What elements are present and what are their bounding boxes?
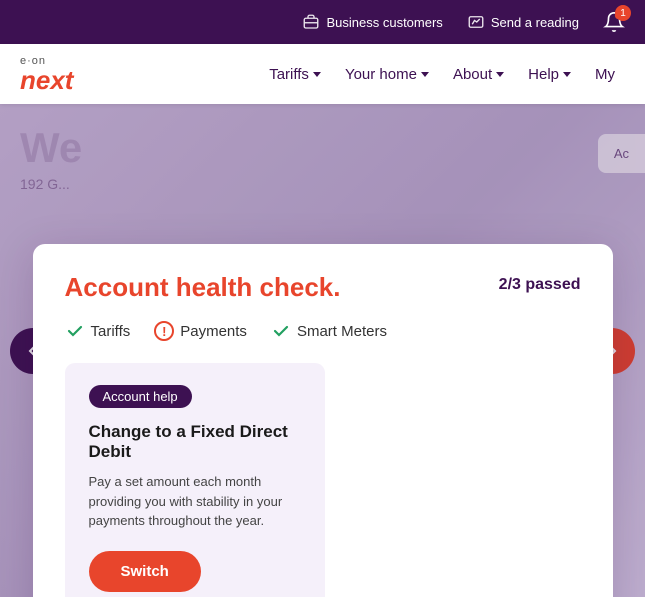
check-item-tariffs: Tariffs (65, 321, 131, 341)
nav-item-tariffs[interactable]: Tariffs (259, 58, 331, 91)
account-help-badge: Account help (89, 385, 192, 408)
nav-item-your-home[interactable]: Your home (335, 58, 439, 91)
modal-title: Account health check. (65, 272, 341, 303)
nav-item-help[interactable]: Help (518, 58, 581, 91)
notification-bell[interactable]: 1 (603, 11, 625, 33)
nav-about-label: About (453, 66, 492, 83)
nav-your-home-label: Your home (345, 66, 417, 83)
chevron-down-icon (563, 72, 571, 77)
check-pass-icon-2 (271, 321, 291, 341)
nav-tariffs-label: Tariffs (269, 66, 309, 83)
chevron-down-icon (496, 72, 504, 77)
chevron-down-icon (313, 72, 321, 77)
passed-badge: 2/3 passed (499, 276, 581, 294)
modal-card: Account health check. 2/3 passed Tariffs… (33, 244, 613, 597)
modal-header: Account health check. 2/3 passed (65, 272, 581, 303)
nav-item-about[interactable]: About (443, 58, 514, 91)
send-reading-label: Send a reading (491, 15, 579, 30)
logo-next: next (20, 67, 73, 93)
logo: e·on next (20, 56, 73, 93)
check-payments-label: Payments (180, 323, 247, 340)
send-reading-link[interactable]: Send a reading (467, 13, 579, 31)
briefcase-icon (302, 13, 320, 31)
check-item-smart-meters: Smart Meters (271, 321, 387, 341)
business-customers-label: Business customers (326, 15, 442, 30)
inner-card-title: Change to a Fixed Direct Debit (89, 422, 301, 462)
main-nav: e·on next Tariffs Your home About Help (0, 44, 645, 104)
utility-bar: Business customers Send a reading 1 (0, 0, 645, 44)
meter-icon (467, 13, 485, 31)
checks-row: Tariffs ! Payments Smart Meters (65, 321, 581, 341)
nav-help-label: Help (528, 66, 559, 83)
check-tariffs-label: Tariffs (91, 323, 131, 340)
business-customers-link[interactable]: Business customers (302, 13, 442, 31)
check-pass-icon (65, 321, 85, 341)
check-warn-icon: ! (154, 321, 174, 341)
background-content: We 192 G... Ac t paym paymement iss afte… (0, 104, 645, 597)
chevron-down-icon (421, 72, 429, 77)
inner-card-desc: Pay a set amount each month providing yo… (89, 472, 301, 531)
nav-item-my[interactable]: My (585, 58, 625, 91)
notification-count: 1 (615, 5, 631, 21)
inner-card: Account help Change to a Fixed Direct De… (65, 363, 325, 597)
check-smart-meters-label: Smart Meters (297, 323, 387, 340)
check-item-payments: ! Payments (154, 321, 247, 341)
nav-menu: Tariffs Your home About Help My (259, 58, 625, 91)
nav-my-label: My (595, 66, 615, 83)
switch-button[interactable]: Switch (89, 551, 201, 592)
